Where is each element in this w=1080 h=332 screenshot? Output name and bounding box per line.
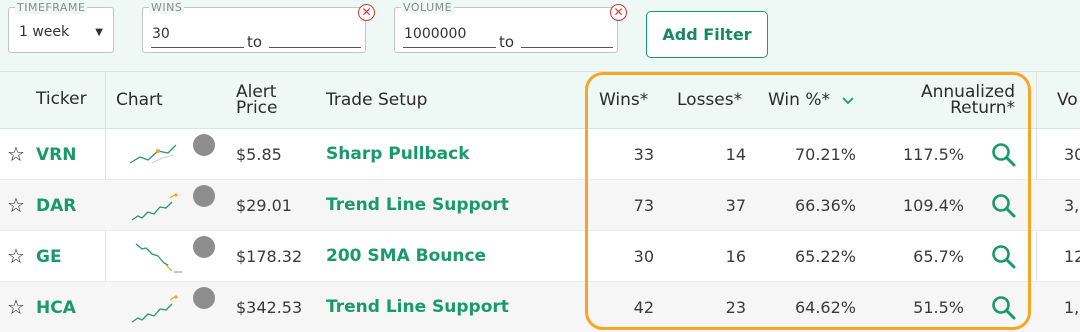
wins-filter: WINS 30 to ✕ bbox=[142, 2, 375, 53]
col-volume[interactable]: Vo bbox=[1057, 92, 1078, 109]
star-outline-icon[interactable]: ☆ bbox=[7, 244, 25, 268]
sparkline-chart[interactable] bbox=[128, 141, 178, 167]
timeframe-select[interactable]: TIMEFRAME 1 week ▼ bbox=[8, 2, 114, 53]
filter-bar: TIMEFRAME 1 week ▼ WINS 30 to ✕ VOLUME 1… bbox=[0, 0, 1080, 72]
trade-setup-link[interactable]: Trend Line Support bbox=[326, 197, 509, 214]
wins-to-underline bbox=[269, 47, 361, 48]
expand-icon[interactable] bbox=[193, 236, 215, 258]
ticker-link[interactable]: VRN bbox=[36, 147, 76, 164]
star-outline-icon[interactable]: ☆ bbox=[7, 295, 25, 319]
highlight-box bbox=[585, 72, 1031, 330]
expand-icon[interactable] bbox=[193, 134, 215, 156]
ticker-link[interactable]: GE bbox=[36, 249, 62, 266]
ticker-link[interactable]: DAR bbox=[36, 198, 76, 215]
volume-to-label: to bbox=[499, 33, 515, 51]
wins-from-underline bbox=[151, 47, 244, 48]
alert-price: $29.01 bbox=[236, 196, 292, 215]
volume-value: 3,15 bbox=[1064, 196, 1080, 215]
expand-icon[interactable] bbox=[193, 287, 215, 309]
timeframe-value: 1 week bbox=[19, 24, 70, 40]
volume-from-input[interactable]: 1000000 bbox=[404, 26, 466, 42]
volume-filter: VOLUME 1000000 to ✕ bbox=[394, 2, 627, 53]
trade-setup-link[interactable]: Sharp Pullback bbox=[326, 146, 470, 163]
col-chart: Chart bbox=[116, 90, 163, 110]
remove-x-icon[interactable]: ✕ bbox=[358, 4, 375, 21]
add-filter-button[interactable]: Add Filter bbox=[646, 11, 768, 58]
volume-to-underline bbox=[521, 47, 613, 48]
ticker-link[interactable]: HCA bbox=[36, 300, 76, 317]
timeframe-label: TIMEFRAME bbox=[15, 1, 88, 14]
star-outline-icon[interactable]: ☆ bbox=[7, 142, 25, 166]
volume-value: 30,75 bbox=[1064, 145, 1080, 164]
col-trade-setup[interactable]: Trade Setup bbox=[326, 92, 427, 109]
wins-label: WINS bbox=[149, 1, 185, 14]
sparkline-chart[interactable] bbox=[130, 192, 180, 222]
wins-from-input[interactable]: 30 bbox=[152, 26, 170, 42]
star-outline-icon[interactable]: ☆ bbox=[7, 193, 25, 217]
sparkline-chart[interactable] bbox=[134, 241, 184, 273]
expand-icon[interactable] bbox=[193, 185, 215, 207]
volume-value: 1,94 bbox=[1064, 298, 1080, 317]
col-ticker[interactable]: Ticker bbox=[36, 91, 87, 108]
alert-price: $5.85 bbox=[236, 145, 282, 164]
trade-setup-link[interactable]: Trend Line Support bbox=[326, 299, 509, 316]
trade-setup-link[interactable]: 200 SMA Bounce bbox=[326, 248, 486, 265]
volume-value: 12,74 bbox=[1064, 247, 1080, 266]
remove-x-icon[interactable]: ✕ bbox=[610, 4, 627, 21]
volume-from-underline bbox=[403, 47, 496, 48]
volume-label: VOLUME bbox=[401, 1, 455, 14]
alert-price: $342.53 bbox=[236, 298, 303, 317]
sparkline-chart[interactable] bbox=[130, 294, 180, 324]
wins-to-label: to bbox=[247, 33, 263, 51]
col-alert-price-line2[interactable]: Price bbox=[236, 100, 277, 117]
alert-price: $178.32 bbox=[236, 247, 303, 266]
chevron-down-icon: ▼ bbox=[95, 27, 103, 38]
